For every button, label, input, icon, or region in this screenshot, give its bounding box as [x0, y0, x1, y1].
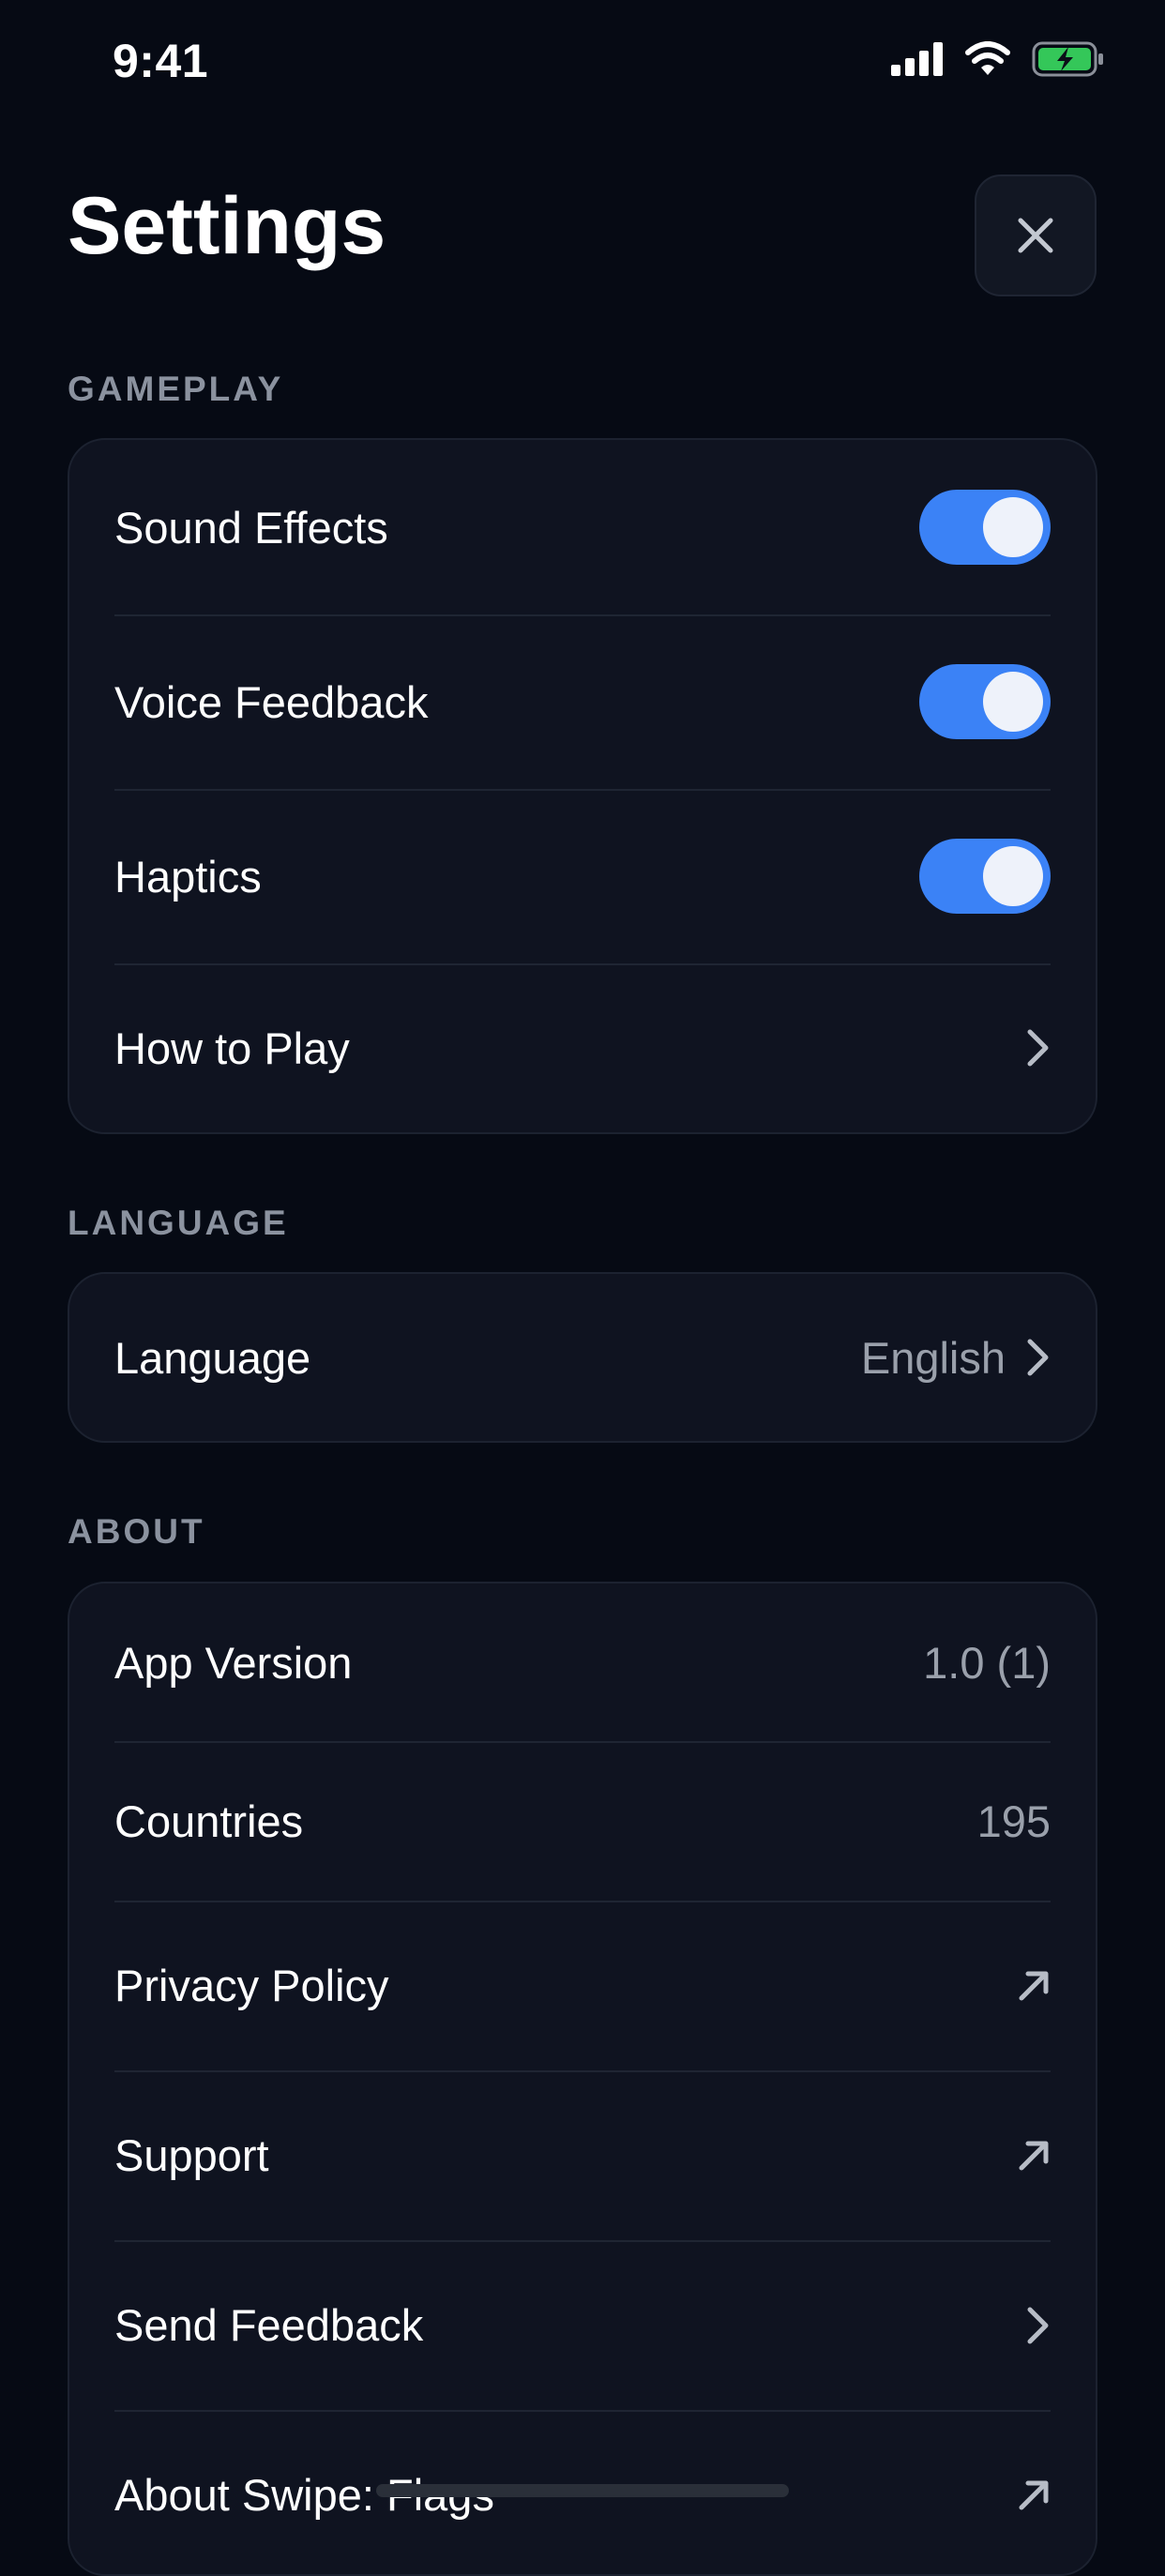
send-feedback-row[interactable]: Send Feedback	[69, 2240, 1096, 2410]
about-card: App Version 1.0 (1) Countries 195 Privac…	[68, 1582, 1097, 2576]
signal-icon	[891, 42, 943, 76]
external-link-icon	[1019, 2141, 1049, 2170]
language-card: Language English	[68, 1272, 1097, 1443]
section-header-language: LANGUAGE	[68, 1204, 289, 1242]
external-link-icon	[1019, 1971, 1049, 2000]
section-header-gameplay: GAMEPLAY	[68, 370, 284, 408]
sound-effects-toggle[interactable]	[919, 490, 1051, 565]
toggle-knob	[983, 672, 1043, 732]
sound-effects-row: Sound Effects	[69, 440, 1096, 614]
haptics-row: Haptics	[69, 789, 1096, 963]
battery-charging-icon	[1032, 41, 1103, 77]
countries-value: 195	[976, 1796, 1051, 1846]
app-version-value: 1.0 (1)	[923, 1637, 1051, 1688]
status-time: 9:41	[113, 35, 209, 87]
chevron-right-icon	[1027, 1339, 1049, 1376]
page-title: Settings	[68, 181, 386, 271]
app-version-label: App Version	[114, 1637, 353, 1688]
toggle-knob	[983, 497, 1043, 557]
how-to-play-label: How to Play	[114, 1023, 350, 1073]
countries-row: Countries 195	[69, 1741, 1096, 1901]
app-version-row: App Version 1.0 (1)	[69, 1583, 1096, 1741]
sound-effects-label: Sound Effects	[114, 502, 388, 553]
gameplay-card: Sound Effects Voice Feedback Haptics How…	[68, 438, 1097, 1134]
countries-label: Countries	[114, 1796, 304, 1846]
voice-feedback-row: Voice Feedback	[69, 614, 1096, 789]
support-row[interactable]: Support	[69, 2070, 1096, 2240]
privacy-policy-label: Privacy Policy	[114, 1961, 389, 2010]
send-feedback-label: Send Feedback	[114, 2300, 424, 2350]
chevron-right-icon	[1027, 1029, 1049, 1067]
status-icons	[891, 41, 1105, 77]
language-row[interactable]: Language English	[69, 1274, 1096, 1441]
close-icon	[1018, 218, 1053, 253]
haptics-label: Haptics	[114, 851, 262, 902]
close-button[interactable]	[975, 174, 1097, 296]
external-link-icon	[1019, 2480, 1049, 2509]
voice-feedback-toggle[interactable]	[919, 664, 1051, 739]
chevron-right-icon	[1027, 2307, 1049, 2343]
section-header-about: ABOUT	[68, 1512, 205, 1551]
language-value: English	[860, 1332, 1006, 1383]
home-indicator	[376, 2484, 789, 2497]
wifi-icon	[965, 41, 1010, 75]
support-label: Support	[114, 2130, 269, 2180]
voice-feedback-label: Voice Feedback	[114, 676, 429, 727]
status-bar: 9:41	[0, 0, 1165, 122]
how-to-play-row[interactable]: How to Play	[69, 963, 1096, 1132]
toggle-knob	[983, 846, 1043, 906]
privacy-policy-row[interactable]: Privacy Policy	[69, 1901, 1096, 2070]
haptics-toggle[interactable]	[919, 839, 1051, 914]
language-label: Language	[114, 1332, 311, 1383]
